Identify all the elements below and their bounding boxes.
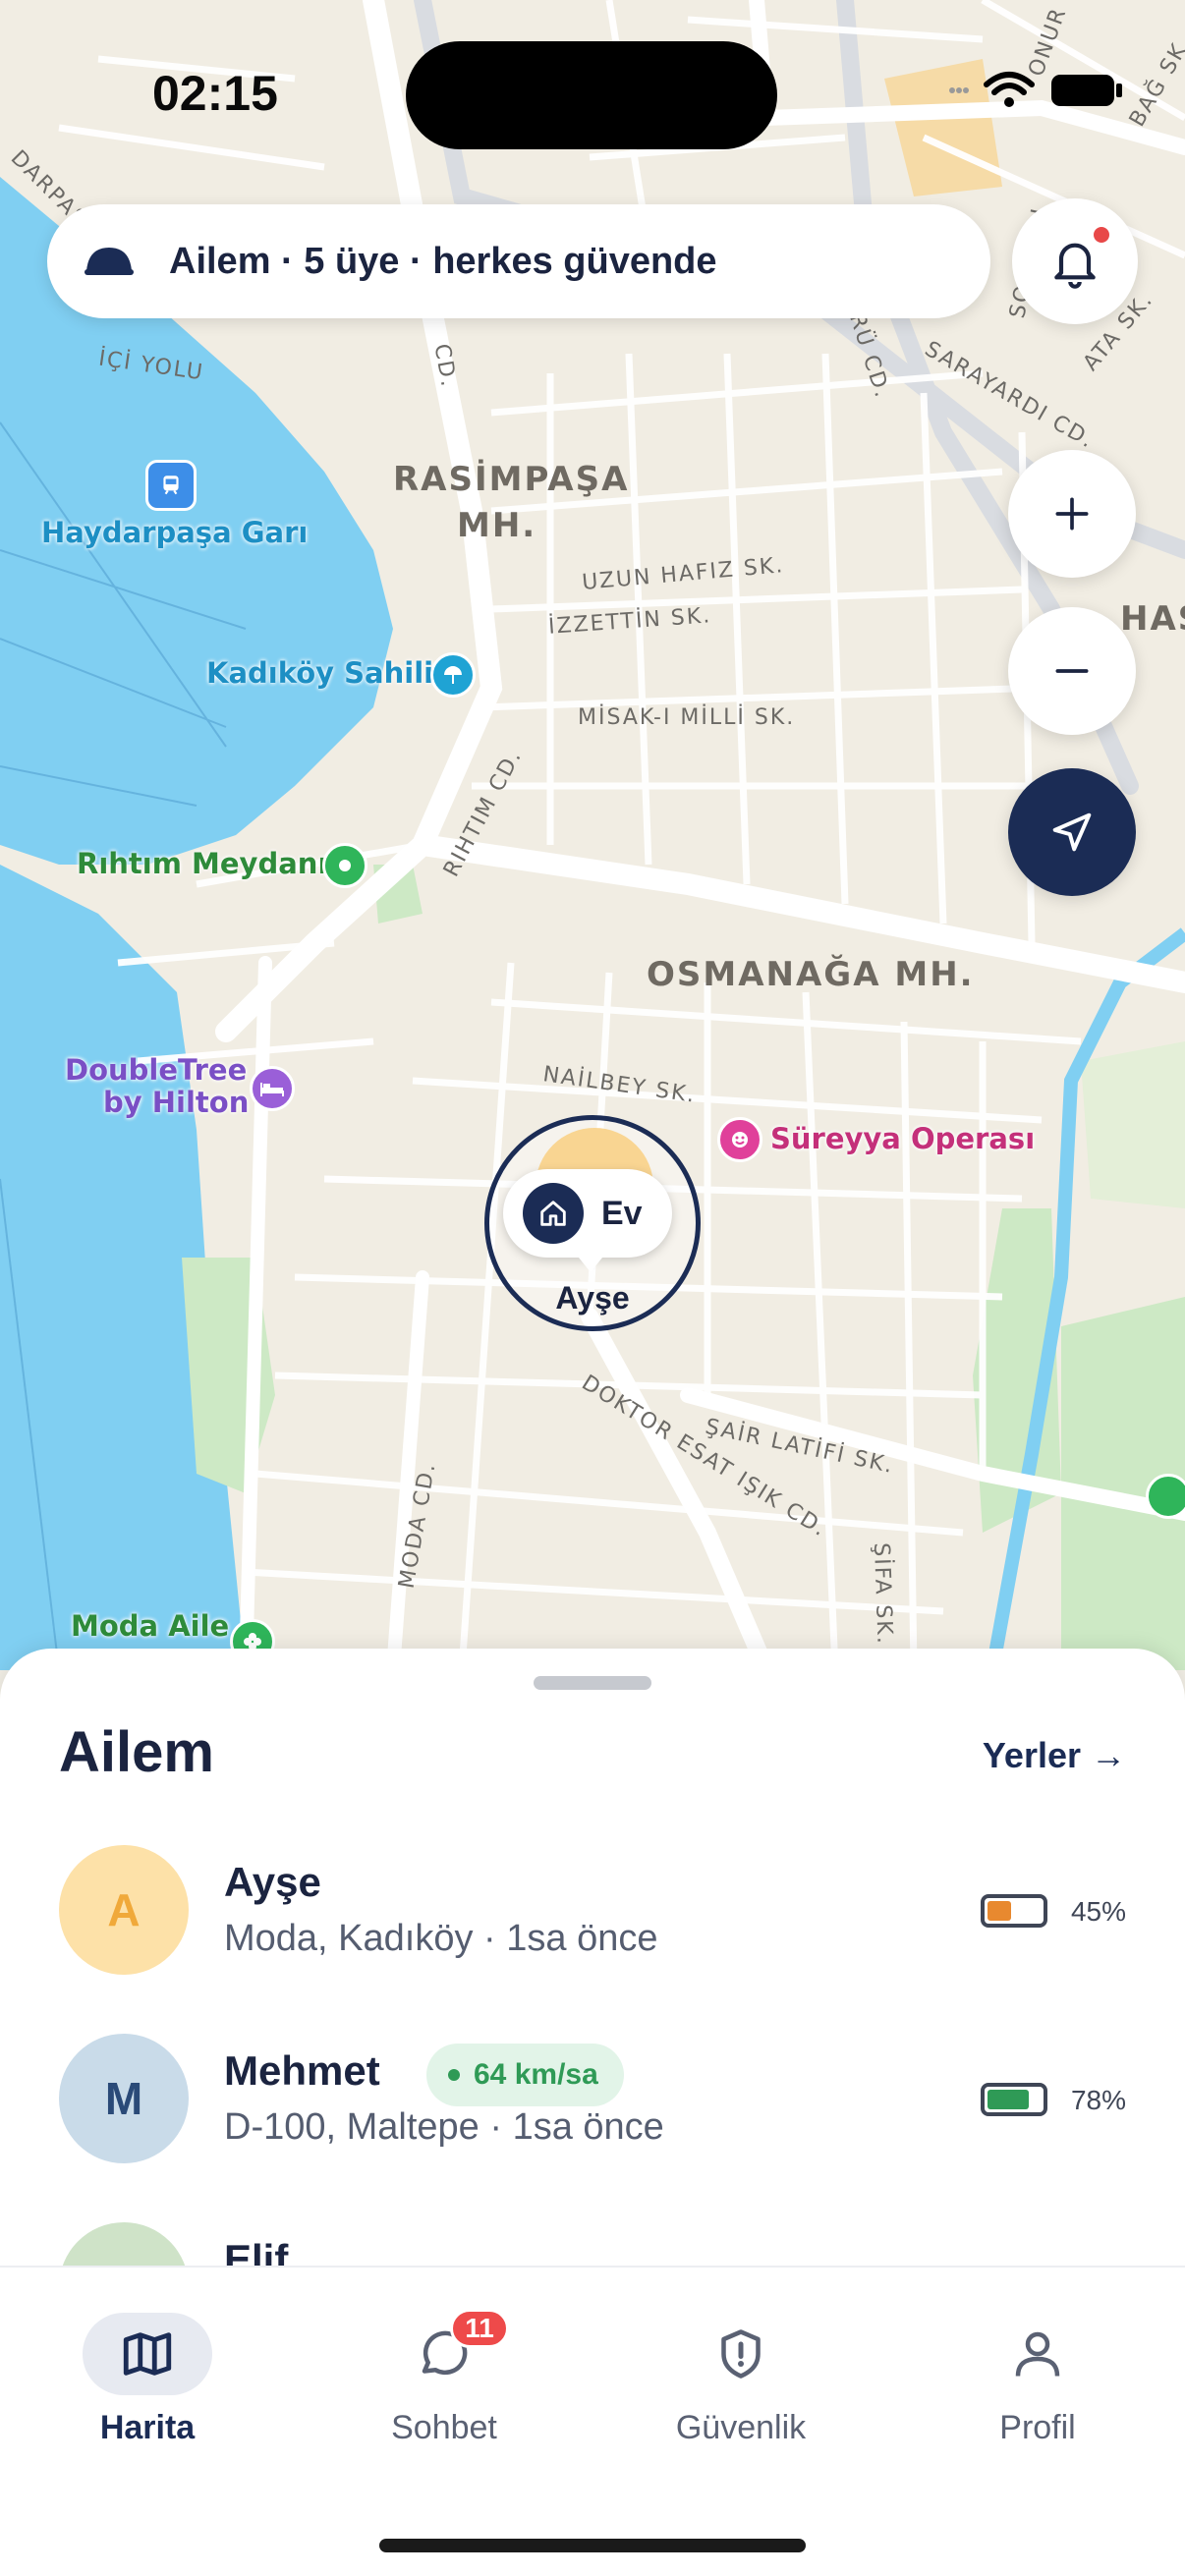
notification-dot [1091, 224, 1112, 246]
places-link[interactable]: Yerler → [983, 1735, 1126, 1776]
tab-guvenlik[interactable]: Güvenlik [623, 2313, 859, 2480]
group-summary: Ailem · 5 üye · herkes güvende [169, 240, 717, 282]
theater-masks-icon[interactable] [717, 1117, 762, 1162]
battery-icon [1051, 75, 1122, 106]
plus-icon [1055, 497, 1089, 531]
street-label: MİSAK-I MİLLİ SK. [578, 705, 796, 730]
district-label-osmanaga: OSMANAĞA MH. [647, 955, 975, 994]
zoo-icon[interactable] [1146, 1474, 1185, 1519]
tab-label: Harita [99, 2409, 196, 2446]
navigation-arrow-icon [1052, 812, 1092, 852]
poi-label-sureyya[interactable]: Süreyya Operası [770, 1122, 1035, 1155]
notifications-button[interactable] [1012, 198, 1138, 324]
poi-label-rihtim-meydani[interactable]: Rıhtım Meydanı [77, 847, 327, 880]
sheet-grabber[interactable] [534, 1676, 651, 1690]
member-location: D-100, Maltepe · 1sa önce [224, 2106, 664, 2148]
hotel-bed-icon[interactable] [250, 1066, 295, 1111]
zoom-in-button[interactable] [1008, 450, 1136, 578]
speed-badge: 64 km/sa [426, 2044, 624, 2106]
home-indicator [379, 2539, 806, 2552]
beach-umbrella-icon[interactable] [430, 652, 476, 698]
poi-label-doubletree-1[interactable]: DoubleTree [65, 1053, 247, 1087]
unread-badge: 11 [450, 2309, 509, 2348]
status-time: 02:15 [152, 66, 278, 121]
place-chip-label: Ev [601, 1194, 643, 1232]
park-dot-icon[interactable] [322, 843, 367, 888]
battery-indicator-icon [981, 2083, 1047, 2116]
place-chip-home[interactable]: Ev [503, 1169, 672, 1258]
member-location: Moda, Kadıköy · 1sa önce [224, 1918, 658, 1959]
battery-percent: 45% [1070, 1896, 1126, 1927]
poi-label-doubletree-2[interactable]: by Hilton [103, 1086, 249, 1119]
signal-dots-icon [949, 87, 969, 93]
battery-indicator-icon [981, 1894, 1047, 1928]
street-label: ŞİFA SK. [868, 1541, 897, 1647]
dynamic-island [406, 41, 777, 149]
train-station-icon[interactable] [145, 460, 197, 511]
district-label-mh: MH. [457, 506, 537, 545]
member-name: Mehmet [224, 2047, 380, 2094]
place-chip-pointer [575, 1253, 606, 1272]
poi-label-moda-aile[interactable]: Moda Aile [71, 1609, 229, 1643]
member-row-mehmet[interactable]: M Mehmet 64 km/sa D-100, Maltepe · 1sa ö… [0, 2034, 1185, 2201]
person-icon [1015, 2331, 1060, 2377]
tab-sohbet[interactable]: 11 Sohbet [326, 2309, 562, 2480]
zoom-out-button[interactable] [1008, 607, 1136, 735]
tab-harita[interactable]: Harita [29, 2313, 265, 2480]
speed-value: 64 km/sa [474, 2058, 598, 2091]
tab-profil[interactable]: Profil [920, 2313, 1156, 2480]
member-name: Ayşe [224, 1859, 321, 1905]
family-cap-icon [85, 248, 134, 275]
shield-icon [721, 2329, 761, 2379]
family-group-selector[interactable]: Ailem · 5 üye · herkes güvende [47, 204, 990, 318]
district-label-rasimpasa: RASİMPAŞA [393, 460, 630, 499]
sheet-title: Ailem [59, 1720, 214, 1784]
district-label-has: HAS [1120, 599, 1185, 639]
poi-label-haydarpasa[interactable]: Haydarpaşa Garı [41, 516, 308, 549]
tab-label: Güvenlik [675, 2409, 807, 2446]
status-icons [949, 71, 1124, 110]
tab-bar: Harita 11 Sohbet Güvenlik Profil [0, 2266, 1185, 2576]
member-row-ayse[interactable]: A Ayşe Moda, Kadıköy · 1sa önce 45% [0, 1845, 1185, 2012]
minus-icon [1055, 669, 1089, 673]
avatar: A [59, 1845, 189, 1975]
recenter-location-button[interactable] [1008, 768, 1136, 896]
wifi-icon [984, 72, 1035, 107]
battery-percent: 78% [1070, 2085, 1126, 2115]
tab-label: Sohbet [391, 2409, 497, 2446]
tab-label: Profil [999, 2409, 1076, 2446]
home-icon [523, 1183, 584, 1244]
map-icon [123, 2332, 172, 2376]
moving-dot-icon [448, 2069, 460, 2081]
marker-member-name: Ayşe [555, 1280, 630, 1316]
poi-label-kadikoy-sahili[interactable]: Kadıköy Sahili [206, 656, 433, 690]
avatar: M [59, 2034, 189, 2163]
